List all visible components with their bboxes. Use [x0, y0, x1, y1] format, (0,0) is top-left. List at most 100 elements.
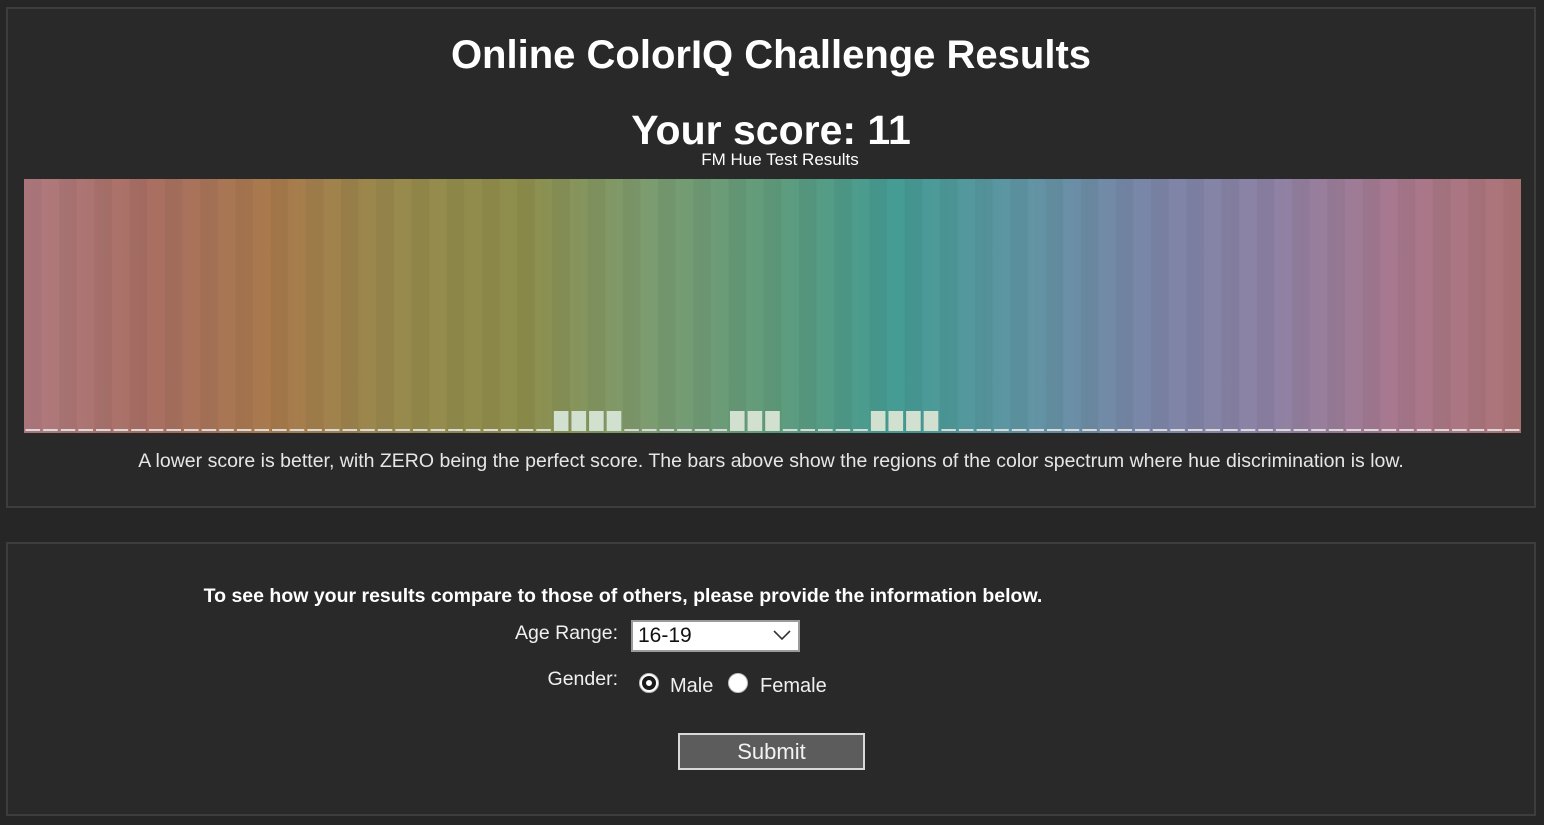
baseline-dash [1346, 429, 1361, 431]
spectrum-stripe [1045, 179, 1064, 433]
results-caption: A lower score is better, with ZERO being… [138, 450, 1404, 472]
baseline-dash [1363, 429, 1379, 431]
hue-error-bar [553, 411, 569, 431]
baseline-dash [166, 429, 181, 431]
baseline-dash [60, 429, 76, 431]
spectrum-stripe [693, 179, 711, 433]
baseline-dash [1099, 429, 1115, 431]
baseline-dash [131, 429, 146, 431]
spectrum-stripe [129, 179, 148, 433]
baseline-dash [1240, 429, 1256, 431]
baseline-dash [43, 429, 58, 431]
hue-error-bar [888, 411, 904, 431]
baseline-dash [941, 429, 956, 431]
baseline-dash [694, 429, 710, 431]
hue-error-bar [571, 411, 587, 431]
baseline-dash [219, 429, 234, 431]
gender-male-label[interactable]: Male [670, 675, 713, 698]
spectrum-stripe [270, 179, 289, 433]
baseline-dash [1293, 429, 1309, 431]
baseline-dash [25, 429, 41, 431]
spectrum-stripe [904, 179, 923, 433]
baseline-dash [236, 429, 252, 431]
baseline-dash [1452, 429, 1467, 431]
spectrum-stripe [939, 179, 958, 433]
hue-error-bar [870, 411, 886, 431]
chart-title: FM Hue Test Results [701, 150, 859, 169]
baseline-dash [254, 429, 270, 431]
baseline-dash [994, 429, 1009, 431]
comparison-form-panel: To see how your results compare to those… [6, 542, 1536, 816]
baseline-dash [976, 429, 992, 431]
baseline-dash [712, 429, 727, 431]
baseline-dash [184, 429, 199, 431]
spectrum-stripe [1010, 179, 1028, 433]
baseline-dash [800, 429, 816, 431]
baseline-dash [1275, 429, 1291, 431]
results-panel: Online ColorIQ Challenge Results Your sc… [6, 7, 1536, 508]
spectrum-stripe [763, 179, 782, 433]
baseline-dash [1469, 429, 1485, 431]
comparison-prompt: To see how your results compare to those… [203, 585, 1043, 607]
spectrum-stripe [728, 179, 747, 433]
spectrum-stripe [341, 179, 359, 433]
baseline-dash [395, 429, 410, 431]
baseline-dash [148, 429, 164, 431]
spectrum-stripe [1115, 179, 1134, 433]
gender-label: Gender: [547, 668, 618, 690]
spectrum-stripe [622, 179, 641, 433]
hue-error-bar [765, 411, 780, 431]
baseline-dash [1504, 429, 1520, 431]
baseline-dash [1170, 429, 1185, 431]
baseline-dash [360, 429, 375, 431]
baseline-dash [113, 429, 129, 431]
spectrum-stripe [1151, 179, 1169, 433]
baseline-dash [201, 429, 217, 431]
gender-female-label[interactable]: Female [760, 675, 827, 698]
baseline-dash [536, 429, 551, 431]
baseline-dash [1064, 429, 1080, 431]
baseline-dash [430, 429, 446, 431]
age-range-value: 16-19 [638, 624, 692, 647]
spectrum-stripe [552, 179, 570, 433]
baseline-dash [1399, 429, 1414, 431]
baseline-dash [1082, 429, 1097, 431]
age-range-label: Age Range: [515, 622, 618, 644]
age-range-select[interactable]: 16-19 [631, 620, 800, 652]
baseline-dash [1029, 429, 1044, 431]
hue-error-bar [906, 411, 921, 431]
baseline-dash [483, 429, 499, 431]
baseline-dash [624, 429, 639, 431]
spectrum-stripe [1292, 179, 1310, 433]
spectrum-stripe [658, 179, 676, 433]
baseline-dash [1381, 429, 1397, 431]
gender-male-radio[interactable] [639, 673, 659, 693]
hue-error-bar [729, 411, 745, 431]
baseline-dash [289, 429, 305, 431]
baseline-dash [1135, 429, 1150, 431]
baseline-dash [641, 429, 657, 431]
baseline-dash [659, 429, 675, 431]
spectrum-stripe [869, 179, 887, 433]
score-heading: Your score: 11 [631, 107, 911, 153]
spectrum-stripe [1397, 179, 1416, 433]
baseline-dash [1434, 429, 1450, 431]
spectrum-stripe [1432, 179, 1451, 433]
spectrum-stripe [1503, 179, 1521, 433]
baseline-dash [1117, 429, 1133, 431]
spectrum-stripe [834, 179, 852, 433]
baseline-dash [501, 429, 516, 431]
spectrum-stripe [1362, 179, 1381, 433]
baseline-dash [835, 429, 851, 431]
spectrum-stripe [1468, 179, 1486, 433]
chevron-down-icon [773, 630, 791, 641]
hue-error-bar [589, 411, 604, 431]
baseline-dash [1416, 429, 1432, 431]
spectrum-stripe [200, 179, 218, 433]
submit-button[interactable]: Submit [678, 733, 865, 770]
gender-female-radio[interactable] [728, 673, 748, 693]
spectrum-stripe [517, 179, 535, 433]
baseline-dash [818, 429, 833, 431]
baseline-dash [448, 429, 463, 431]
baseline-dash [853, 429, 868, 431]
